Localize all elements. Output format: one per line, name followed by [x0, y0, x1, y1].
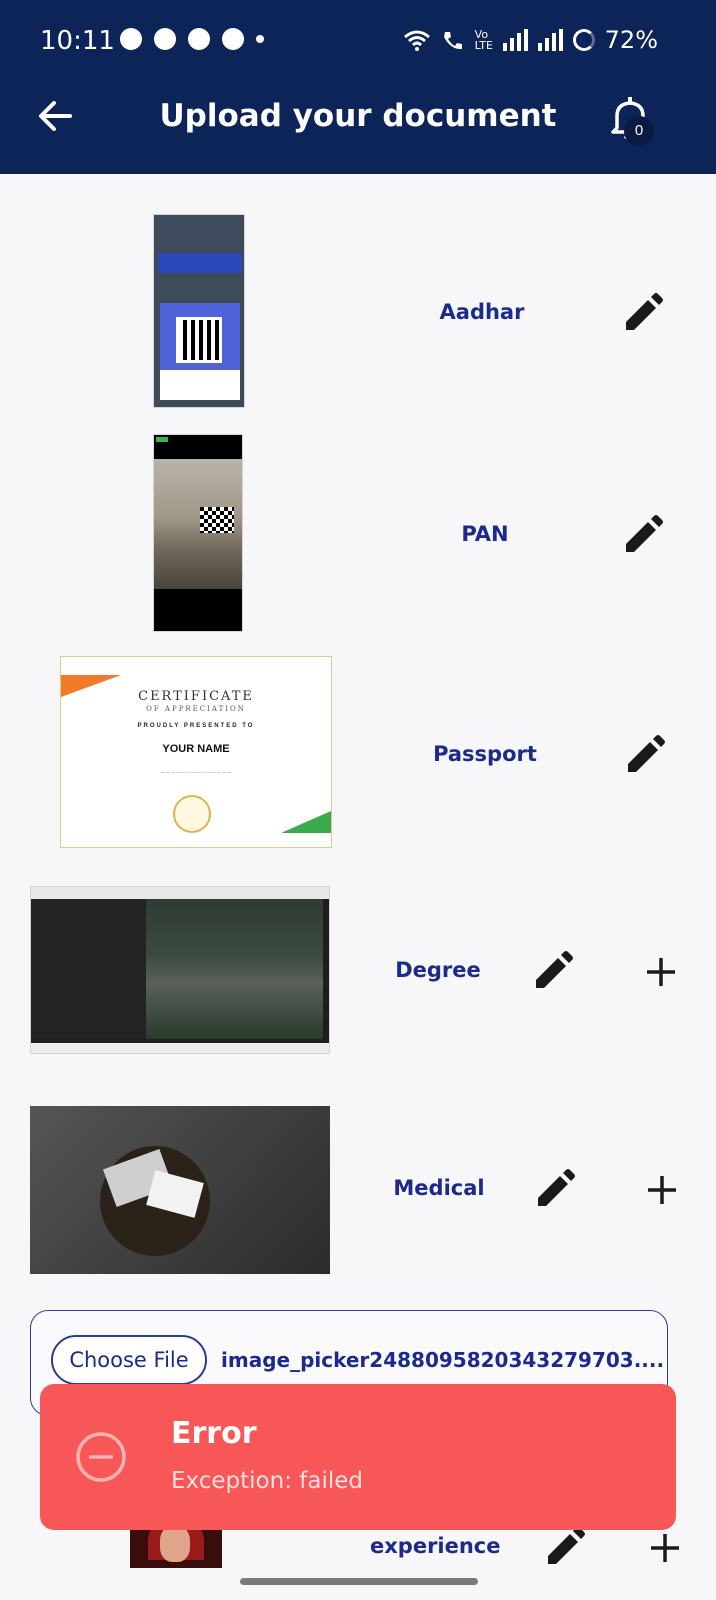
document-row-medical: Medical	[0, 1100, 716, 1280]
home-gesture-bar[interactable]	[240, 1578, 478, 1585]
toast-title: Error	[171, 1416, 257, 1451]
edit-pencil-icon[interactable]	[622, 734, 666, 778]
edit-pencil-icon[interactable]	[620, 292, 664, 336]
edit-pencil-icon[interactable]	[530, 950, 574, 994]
add-plus-icon[interactable]	[641, 952, 681, 992]
notification-badge: 0	[624, 116, 654, 146]
document-label: PAN	[461, 522, 509, 546]
aadhar-thumbnail[interactable]	[153, 214, 245, 408]
edit-pencil-icon[interactable]	[532, 1168, 576, 1212]
volte-label: Vo LTE	[474, 28, 493, 52]
edit-pencil-icon[interactable]	[620, 514, 664, 558]
seal-emblem	[173, 795, 211, 833]
certificate-subtitle: OF APPRECIATION	[146, 705, 246, 713]
signal-2-icon	[537, 29, 563, 51]
certificate-presented: PROUDLY PRESENTED TO	[137, 723, 255, 729]
signal-1-icon	[502, 29, 528, 51]
selected-file-name: image_picker2488095820343279703....	[221, 1348, 665, 1372]
status-bar: 10:11 Vo LTE 72%	[0, 0, 716, 62]
document-label: experience	[370, 1534, 501, 1558]
message-icon	[222, 28, 244, 50]
document-row-degree: Degree	[0, 880, 716, 1060]
error-minus-circle-icon	[76, 1432, 126, 1482]
status-time: 10:11	[40, 26, 115, 56]
passport-thumbnail[interactable]: CERTIFICATE OF APPRECIATION PROUDLY PRES…	[60, 656, 332, 848]
edit-pencil-icon[interactable]	[542, 1526, 586, 1570]
wifi-call-icon	[443, 32, 462, 50]
document-row-aadhar: Aadhar	[0, 210, 716, 410]
system-icons: Vo LTE 72%	[403, 26, 658, 54]
document-row-passport: CERTIFICATE OF APPRECIATION PROUDLY PRES…	[0, 650, 716, 850]
battery-icon	[572, 29, 595, 51]
wifi-icon	[403, 30, 430, 51]
document-label: Passport	[433, 742, 537, 766]
certificate-name: YOUR NAME	[162, 743, 230, 755]
document-row-pan: PAN	[0, 430, 716, 632]
certificate-title: CERTIFICATE	[138, 689, 254, 704]
more-notifications-icon	[256, 35, 264, 43]
chat-icon	[120, 28, 142, 50]
messenger-icon	[188, 28, 210, 50]
add-plus-icon[interactable]	[642, 1170, 682, 1210]
screen: 10:11 Vo LTE 72% Upload your document 0 …	[0, 0, 716, 1600]
battery-percent: 72%	[604, 26, 658, 54]
snapchat-icon	[154, 28, 176, 50]
document-label: Medical	[393, 1176, 485, 1200]
toast-message: Exception: failed	[171, 1468, 363, 1494]
error-toast[interactable]: Error Exception: failed	[40, 1384, 676, 1530]
choose-file-button[interactable]: Choose File	[51, 1335, 207, 1385]
medical-thumbnail[interactable]	[30, 1106, 330, 1274]
add-plus-icon[interactable]	[645, 1528, 685, 1568]
document-label: Aadhar	[439, 300, 525, 324]
notification-icons	[120, 28, 264, 50]
document-label: Degree	[395, 958, 481, 982]
pan-thumbnail[interactable]	[153, 434, 243, 632]
degree-thumbnail[interactable]	[30, 886, 330, 1054]
app-header: Upload your document 0	[0, 62, 716, 174]
certificate-fineprint-lines: — — — — — — — — — — — — — —	[160, 769, 232, 774]
